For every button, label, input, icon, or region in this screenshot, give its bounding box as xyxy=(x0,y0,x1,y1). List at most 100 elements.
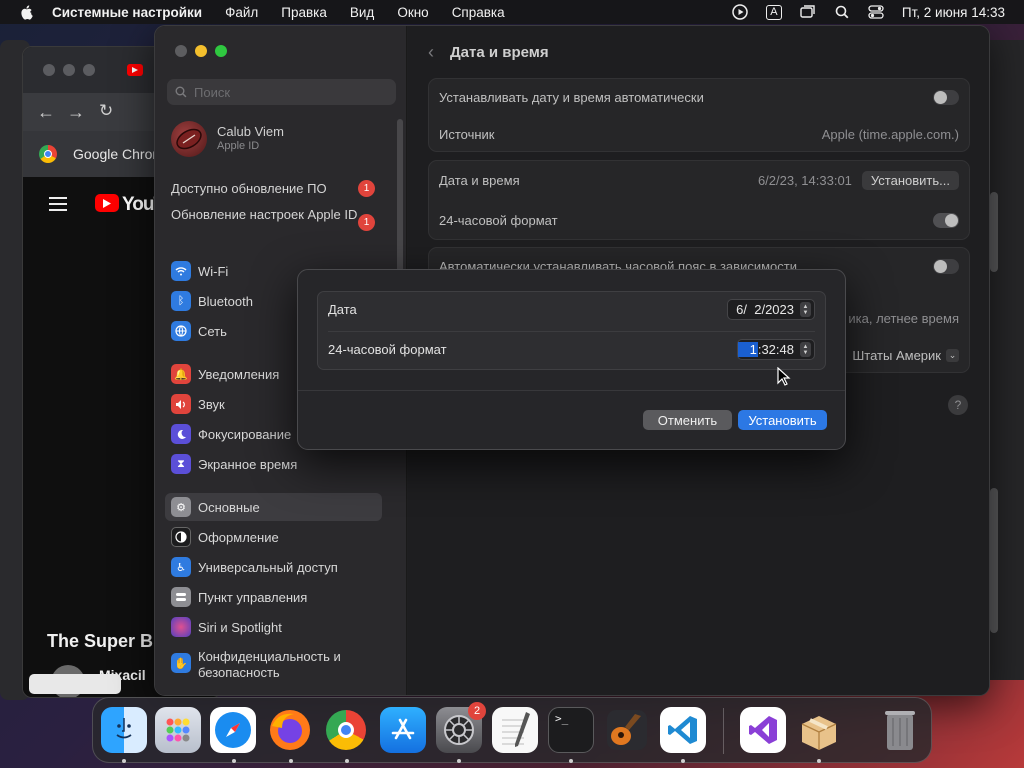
software-update-label: Доступно обновление ПО xyxy=(171,181,327,196)
sidebar-item-label: Сеть xyxy=(198,323,227,339)
sidebar-scrollbar[interactable] xyxy=(397,119,403,284)
sidebar-item-accessibility[interactable]: ♿ Универсальный доступ xyxy=(171,556,338,578)
forward-arrow-icon[interactable]: → xyxy=(67,102,85,123)
sidebar-item-sound[interactable]: Звук xyxy=(171,393,225,415)
time-stepper-field[interactable]: 1 :32:48 ▲ ▼ xyxy=(736,339,815,360)
chevron-down-icon: ⌄ xyxy=(946,348,959,362)
set-datetime-button[interactable]: Установить... xyxy=(861,170,959,190)
zoom-dot[interactable] xyxy=(83,64,95,76)
source-value[interactable]: Apple (time.apple.com.) xyxy=(822,127,959,142)
sidebar-item-label: Универсальный доступ xyxy=(198,559,338,575)
textedit-icon[interactable] xyxy=(492,707,538,753)
hamburger-menu-icon[interactable] xyxy=(49,197,67,211)
visual-studio-icon[interactable] xyxy=(740,707,786,753)
finder-icon[interactable] xyxy=(101,707,147,753)
sidebar-item-label: Основные xyxy=(198,499,260,515)
menu-view[interactable]: Вид xyxy=(350,5,374,20)
source-row: Источник Apple (time.apple.com.) xyxy=(439,124,959,144)
running-indicator xyxy=(817,759,821,763)
scrollbar-thumb-lower[interactable] xyxy=(990,488,998,633)
date-stepper-icon[interactable]: ▲ ▼ xyxy=(800,302,811,317)
sidebar-item-screen-time[interactable]: ⧗ Экранное время xyxy=(171,453,297,475)
launchpad-icon[interactable] xyxy=(155,707,201,753)
sidebar-item-notifications[interactable]: 🔔 Уведомления xyxy=(171,363,279,385)
auto-set-toggle[interactable] xyxy=(933,89,959,105)
time-rest[interactable]: :32:48 xyxy=(758,342,794,357)
avatar xyxy=(171,121,207,157)
sidebar-item-network[interactable]: Сеть xyxy=(171,320,227,342)
close-button[interactable] xyxy=(175,45,187,57)
menu-bar: Системные настройки Файл Правка Вид Окно… xyxy=(0,0,1024,24)
software-update-item[interactable]: Доступно обновление ПО xyxy=(171,181,371,197)
menu-clock[interactable]: Пт, 2 июня 14:33 xyxy=(902,5,1005,20)
sidebar-item-control-center[interactable]: Пункт управления xyxy=(171,586,307,608)
app-store-icon[interactable] xyxy=(380,707,426,753)
tz-note: ика, летнее время xyxy=(848,310,959,326)
siri-icon xyxy=(171,617,191,637)
close-dot[interactable] xyxy=(43,64,55,76)
subscribe-bar[interactable] xyxy=(29,674,121,694)
dock-separator xyxy=(723,708,724,754)
sidebar-item-label: Экранное время xyxy=(198,456,298,472)
sidebar-item-label: Фокусирование xyxy=(198,426,292,442)
set-button[interactable]: Установить xyxy=(738,410,827,430)
menu-file[interactable]: Файл xyxy=(225,5,258,20)
help-button[interactable]: ? xyxy=(948,395,968,415)
sidebar-item-general[interactable]: ⚙ Основные xyxy=(171,496,260,518)
menu-help[interactable]: Справка xyxy=(452,5,505,20)
back-arrow-icon[interactable]: ← xyxy=(37,102,55,123)
sidebar-item-bluetooth[interactable]: ᛒ Bluetooth xyxy=(171,290,253,312)
display-icon[interactable] xyxy=(800,4,816,20)
firefox-icon[interactable] xyxy=(267,707,313,753)
menu-window[interactable]: Окно xyxy=(397,5,428,20)
sheet-fields: Дата 6/ 2/2023 ▲ ▼ 24-часовой формат 1 :3… xyxy=(317,291,826,370)
minimize-dot[interactable] xyxy=(63,64,75,76)
sidebar-item-wifi[interactable]: Wi-Fi xyxy=(171,260,228,282)
region-popup[interactable]: Штаты Америк ⌄ xyxy=(852,348,959,363)
garageband-icon[interactable] xyxy=(604,707,650,753)
cancel-button[interactable]: Отменить xyxy=(643,410,732,430)
trash-icon[interactable] xyxy=(877,707,923,753)
menu-edit[interactable]: Правка xyxy=(281,5,327,20)
control-center-icon[interactable] xyxy=(868,4,884,20)
time-stepper-icon[interactable]: ▲ ▼ xyxy=(800,342,811,357)
date-value[interactable]: 6/ 2/2023 xyxy=(736,302,794,317)
google-chrome-icon[interactable] xyxy=(323,707,369,753)
time-hour-selected[interactable]: 1 xyxy=(737,342,758,357)
set-datetime-sheet: Дата 6/ 2/2023 ▲ ▼ 24-часовой формат 1 :3… xyxy=(297,269,846,450)
auto-tz-toggle[interactable] xyxy=(933,258,959,274)
keyboard-layout-icon[interactable]: A xyxy=(765,4,782,20)
spotlight-search-icon[interactable] xyxy=(834,4,850,20)
menu-app-name[interactable]: Системные настройки xyxy=(52,5,202,20)
safari-icon[interactable] xyxy=(210,707,256,753)
youtube-tab-icon[interactable] xyxy=(127,64,143,76)
sidebar-item-label: Звук xyxy=(198,396,225,412)
video-title[interactable]: The Super Bi xyxy=(47,631,158,652)
format24-label: 24-часовой формат xyxy=(439,212,558,228)
auto-time-group: Устанавливать дату и время автоматически… xyxy=(428,78,970,152)
sidebar-item-appearance[interactable]: Оформление xyxy=(171,526,279,548)
minimize-button[interactable] xyxy=(195,45,207,57)
sidebar-item-siri-spotlight[interactable]: Siri и Spotlight xyxy=(171,616,282,638)
apple-logo-icon[interactable] xyxy=(18,3,36,21)
sidebar-item-privacy[interactable]: ✋ Конфиденциальность и безопасность xyxy=(171,649,368,683)
vscode-icon[interactable] xyxy=(660,707,706,753)
installer-icon[interactable] xyxy=(796,707,842,753)
account-name: Calub Viem xyxy=(217,124,284,139)
search-field[interactable]: Поиск xyxy=(167,79,396,105)
back-chevron-icon[interactable]: ‹ xyxy=(428,42,434,63)
sidebar-item-label: Wi-Fi xyxy=(198,263,229,279)
scrollbar-thumb[interactable] xyxy=(990,192,998,272)
sidebar-item-focus[interactable]: Фокусирование xyxy=(171,423,291,445)
speaker-icon xyxy=(171,394,191,414)
reload-icon[interactable]: ↻ xyxy=(99,101,113,121)
control-center-icon xyxy=(171,587,191,607)
apple-id-update-item[interactable]: Обновление настроек Apple ID xyxy=(171,207,371,223)
date-stepper-field[interactable]: 6/ 2/2023 ▲ ▼ xyxy=(727,299,815,320)
youtube-logo-icon[interactable] xyxy=(95,194,119,212)
terminal-icon[interactable]: >_ xyxy=(548,707,594,753)
zoom-button[interactable] xyxy=(215,45,227,57)
screen-recording-icon[interactable] xyxy=(732,4,748,20)
format24-toggle[interactable] xyxy=(933,212,959,228)
apple-id-account[interactable]: Calub Viem Apple ID xyxy=(171,121,284,157)
